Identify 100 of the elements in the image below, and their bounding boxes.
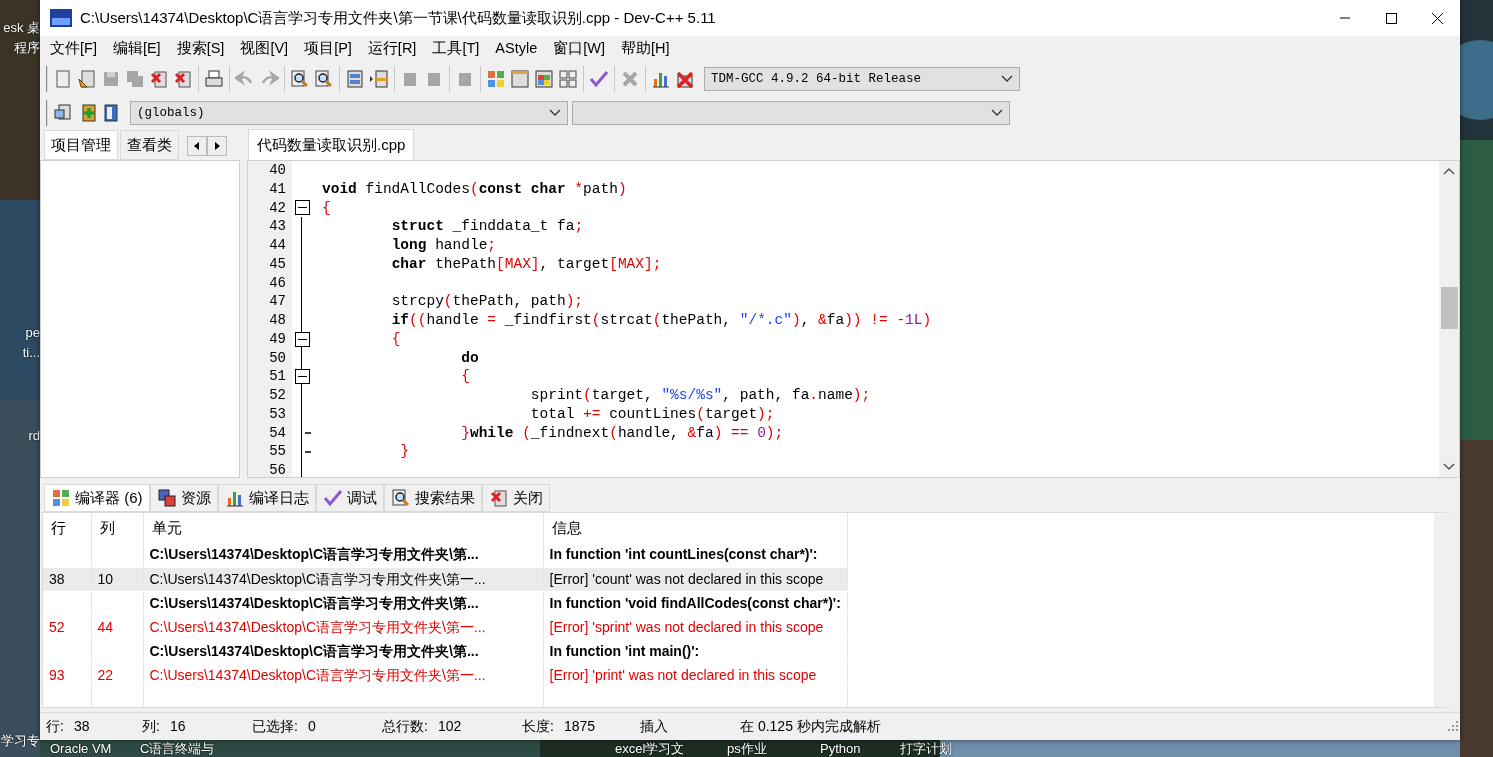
desktop-icon-label[interactable]: ti... bbox=[22, 345, 40, 361]
tiles-icon[interactable] bbox=[558, 69, 578, 89]
desktop-icon-label[interactable]: C语言终端与 bbox=[140, 741, 215, 757]
scrollbar-thumb[interactable] bbox=[1440, 287, 1458, 329]
menu-item[interactable]: 编辑[E] bbox=[104, 38, 169, 60]
status-label: 列: bbox=[142, 717, 160, 736]
close-file-icon[interactable] bbox=[149, 69, 169, 89]
tab-label: 调试 bbox=[346, 487, 377, 508]
color-window-icon[interactable] bbox=[534, 69, 554, 89]
menu-item[interactable]: 搜索[S] bbox=[168, 38, 233, 60]
resize-grip-icon[interactable] bbox=[1448, 720, 1460, 733]
printer-icon[interactable] bbox=[204, 69, 224, 89]
scroll-left-icon[interactable] bbox=[187, 136, 207, 156]
tab-label: 搜索结果 bbox=[414, 487, 475, 508]
close-icon[interactable] bbox=[1430, 11, 1444, 25]
menu-item[interactable]: 工具[T] bbox=[424, 38, 488, 60]
panel-tab[interactable]: 关闭 bbox=[481, 483, 550, 512]
menu-item[interactable]: 窗口[W] bbox=[545, 38, 613, 60]
panel-tab[interactable]: 资源 bbox=[149, 483, 218, 512]
table-row[interactable]: C:\Users\14374\Desktop\C语言学习专用文件夹\第... In function 'void findAllCodes(const char*)': bbox=[43, 591, 848, 615]
panel-tab[interactable]: 编译日志 bbox=[217, 483, 316, 512]
desktop-icon-label[interactable]: Python bbox=[820, 741, 861, 757]
file-tab[interactable]: 代码数量读取识别.cpp bbox=[248, 128, 415, 160]
grid-icon[interactable] bbox=[486, 69, 506, 89]
desktop-icon-label[interactable]: Oracle VM bbox=[50, 741, 112, 757]
chart-delete-icon[interactable] bbox=[675, 69, 695, 89]
open-file-icon[interactable] bbox=[77, 69, 97, 89]
status-value: 16 bbox=[169, 717, 186, 736]
close-all-icon[interactable] bbox=[173, 69, 193, 89]
table-cell: 44 bbox=[97, 618, 114, 635]
desktop-icon-label[interactable]: 学习专 bbox=[1, 733, 40, 749]
line-number: 45 bbox=[268, 254, 287, 274]
table-row[interactable]: 93 22 C:\Users\14374\Desktop\C语言学习专用文件夹\第一... [Error] 'print' was not declared in this scope bbox=[43, 663, 848, 687]
panel-tab[interactable]: 调试 bbox=[315, 483, 384, 512]
replace-icon[interactable] bbox=[314, 69, 334, 89]
line-number: 44 bbox=[268, 236, 287, 255]
search-icon[interactable] bbox=[290, 69, 310, 89]
menu-item[interactable]: 项目[P] bbox=[296, 38, 360, 60]
window-icon[interactable] bbox=[510, 69, 530, 89]
search-icon bbox=[390, 487, 411, 508]
goto-line-icon[interactable] bbox=[369, 69, 389, 89]
column-header[interactable]: 行 bbox=[43, 513, 91, 543]
line-number: 47 bbox=[268, 292, 287, 311]
status-label: 长度: bbox=[522, 717, 554, 736]
status-label: 已选择: bbox=[252, 717, 298, 736]
column-header[interactable]: 信息 bbox=[543, 513, 848, 543]
fold-icon[interactable] bbox=[294, 369, 310, 385]
menu-item[interactable]: AStyle bbox=[487, 38, 546, 60]
table-row[interactable]: C:\Users\14374\Desktop\C语言学习专用文件夹\第... In function 'int countLines(const char*)': bbox=[43, 543, 848, 567]
copy-icon[interactable] bbox=[53, 103, 73, 123]
code-line: { bbox=[322, 198, 332, 218]
line-number: 40 bbox=[268, 161, 287, 180]
app-logo-icon bbox=[50, 9, 72, 27]
table-row[interactable]: 52 44 C:\Users\14374\Desktop\C语言学习专用文件夹\第一... [Error] 'sprint' was not declared in this scope bbox=[43, 615, 848, 639]
table-row[interactable]: C:\Users\14374\Desktop\C语言学习专用文件夹\第... In function 'int main()': bbox=[43, 639, 848, 663]
panel-tab[interactable]: 项目管理 bbox=[44, 129, 118, 160]
grid-icon bbox=[51, 487, 71, 508]
line-number: 49 bbox=[268, 329, 287, 349]
desktop-icon-label[interactable]: 程序 bbox=[14, 40, 40, 56]
code-line: do bbox=[460, 348, 480, 368]
close-file-icon bbox=[488, 487, 509, 508]
maximize-icon[interactable] bbox=[1384, 11, 1398, 25]
column-header[interactable]: 列 bbox=[91, 513, 143, 543]
scroll-up-icon[interactable] bbox=[1443, 167, 1455, 175]
desktop-icon-label[interactable]: pe bbox=[25, 325, 40, 341]
desktop-icon-label[interactable]: rd bbox=[28, 428, 40, 444]
line-number: 52 bbox=[268, 386, 287, 405]
book-icon[interactable] bbox=[101, 103, 121, 123]
menu-item[interactable]: 文件[F] bbox=[42, 38, 105, 60]
scroll-down-icon[interactable] bbox=[1443, 463, 1455, 471]
code-line: long handle; bbox=[390, 236, 498, 255]
table-cell: C:\Users\14374\Desktop\C语言学习专用文件夹\第一... bbox=[149, 618, 486, 635]
desktop-icon-label[interactable]: ps作业 bbox=[727, 741, 767, 757]
fold-icon[interactable] bbox=[294, 200, 310, 216]
panel-icon[interactable] bbox=[345, 69, 365, 89]
chevron-down-icon bbox=[1001, 75, 1013, 83]
desktop-icon-label[interactable]: excel学习文 bbox=[615, 741, 685, 757]
menu-item[interactable]: 运行[R] bbox=[359, 38, 425, 60]
table-cell: C:\Users\14374\Desktop\C语言学习专用文件夹\第... bbox=[149, 594, 479, 611]
panel-tab[interactable]: 查看类 bbox=[120, 129, 179, 160]
status-label: 行: bbox=[46, 717, 64, 736]
status-value: 38 bbox=[73, 717, 90, 736]
scroll-right-icon[interactable] bbox=[207, 136, 227, 156]
table-cell: [Error] 'print' was not declared in this scope bbox=[549, 666, 817, 683]
scrollbar[interactable] bbox=[1439, 161, 1459, 477]
menu-item[interactable]: 视图[V] bbox=[232, 38, 297, 60]
dropdown[interactable]: TDM-GCC 4.9.2 64-bit Release bbox=[704, 67, 1020, 91]
checkmark-icon[interactable] bbox=[589, 69, 609, 89]
table-row[interactable]: 38 10 C:\Users\14374\Desktop\C语言学习专用文件夹\第一... [Error] 'count' was not declared in this scope bbox=[43, 567, 848, 591]
dropdown[interactable]: (globals) bbox=[130, 101, 568, 125]
menu-item[interactable]: 帮助[H] bbox=[613, 38, 678, 60]
column-header[interactable]: 单元 bbox=[143, 513, 543, 543]
code-line: void findAllCodes(const char *path) bbox=[322, 179, 628, 199]
fold-icon[interactable] bbox=[294, 331, 310, 347]
panel-tab[interactable]: 搜索结果 bbox=[383, 483, 482, 512]
panel-tab[interactable]: 编译器 (6) bbox=[44, 483, 150, 512]
line-number: 42 bbox=[268, 198, 287, 218]
status-value: 102 bbox=[437, 717, 462, 736]
desktop-icon-label[interactable]: esk 桌 bbox=[3, 20, 40, 36]
line-number: 43 bbox=[268, 217, 287, 236]
